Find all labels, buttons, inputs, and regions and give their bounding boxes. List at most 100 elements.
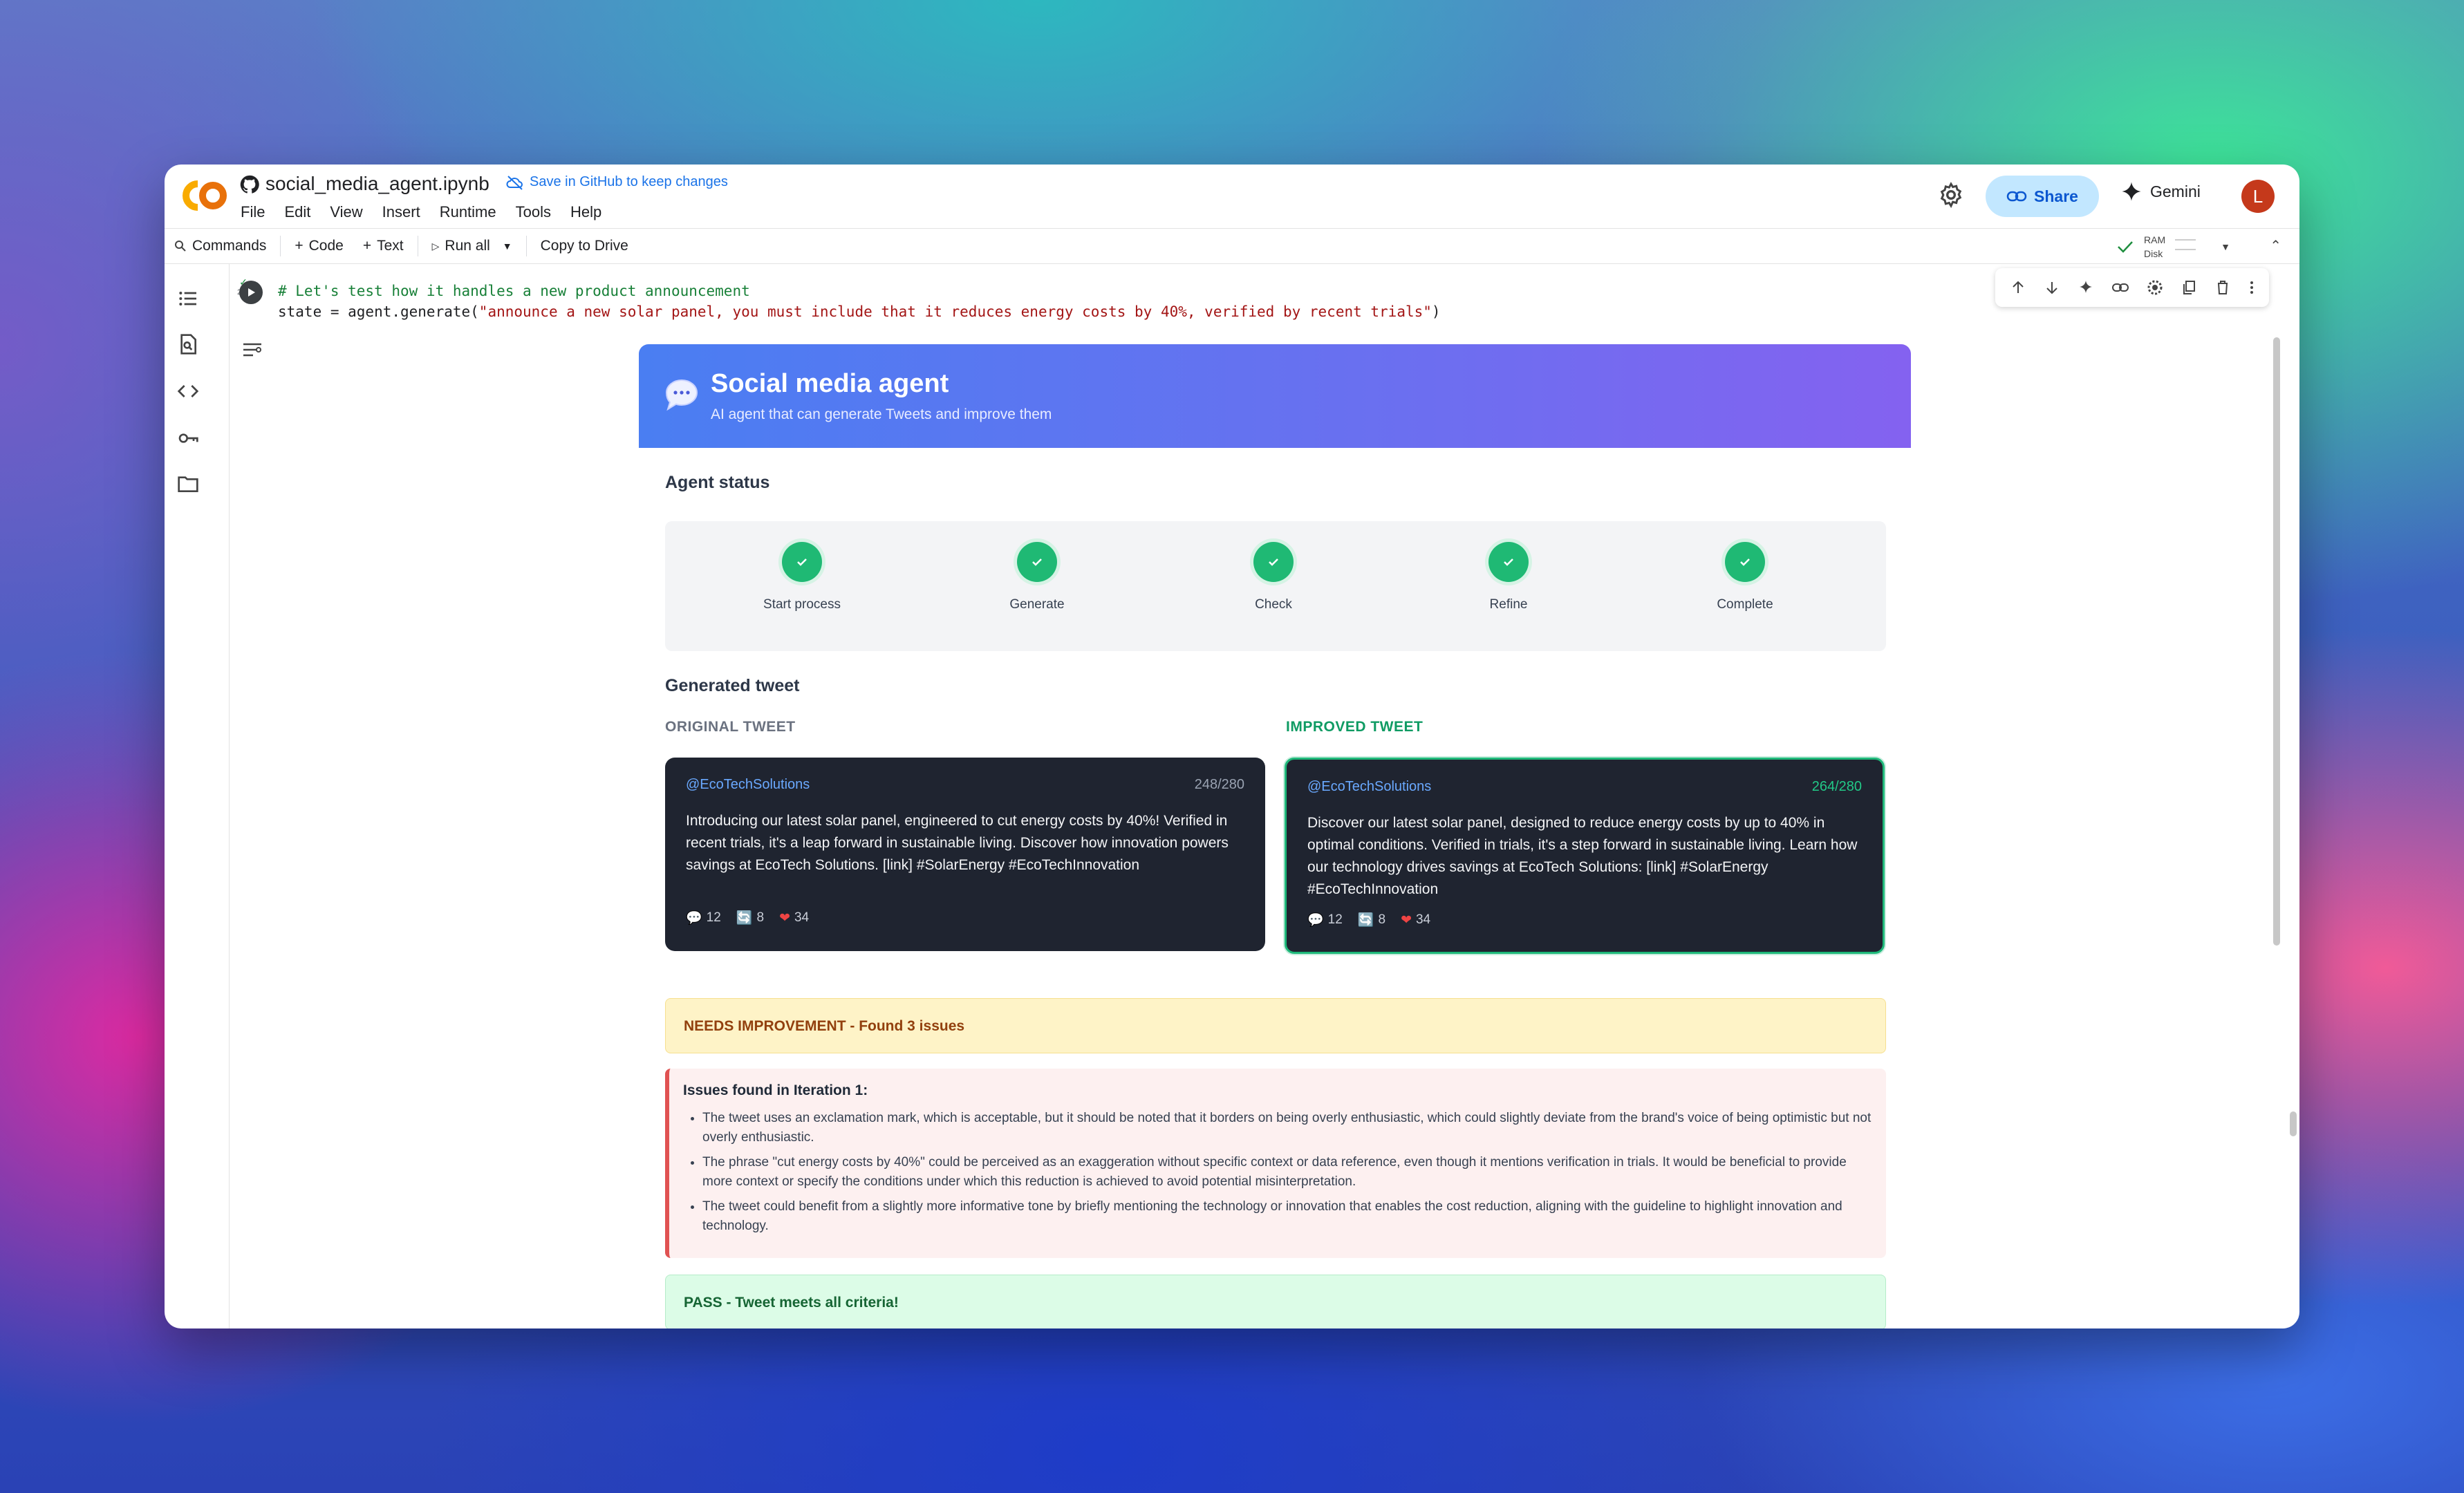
menu-edit[interactable]: Edit bbox=[284, 203, 310, 221]
replies-stat: 💬 12 bbox=[686, 910, 721, 926]
code-editor[interactable]: # Let's test how it handles a new produc… bbox=[278, 281, 1441, 322]
gemini-button[interactable]: Gemini bbox=[2121, 181, 2201, 202]
likes-count: 34 bbox=[794, 910, 810, 925]
connected-check-icon bbox=[2118, 241, 2133, 253]
collapse-header-icon[interactable]: ⌃ bbox=[2270, 237, 2281, 254]
step-complete: Complete bbox=[1683, 542, 1807, 612]
step-check: Check bbox=[1211, 542, 1336, 612]
agent-banner: Social media agent AI agent that can gen… bbox=[639, 344, 1911, 448]
code-string: "announce a new solar panel, you must in… bbox=[478, 303, 1432, 320]
retweet-icon: 🔄 bbox=[1357, 913, 1374, 928]
menu-insert[interactable]: Insert bbox=[382, 203, 420, 221]
notebook-toolbar: Commands + Code + Text ▷ Run all ▼ Copy … bbox=[165, 228, 2299, 264]
step-label: Generate bbox=[1009, 597, 1065, 612]
table-of-contents-icon[interactable] bbox=[177, 288, 199, 310]
link-icon[interactable] bbox=[2111, 279, 2129, 296]
improved-tweet-heading: IMPROVED TWEET bbox=[1286, 719, 1424, 735]
page-scrollbar[interactable] bbox=[2290, 1111, 2297, 1136]
code-prefix: state = agent.generate( bbox=[278, 303, 479, 320]
copy-to-drive-button[interactable]: Copy to Drive bbox=[531, 229, 638, 263]
agent-output-panel: Social media agent AI agent that can gen… bbox=[639, 344, 1911, 1328]
move-down-icon[interactable] bbox=[2044, 279, 2060, 296]
likes-count: 34 bbox=[1415, 912, 1431, 927]
menu-view[interactable]: View bbox=[330, 203, 362, 221]
output-settings-icon[interactable] bbox=[241, 339, 265, 359]
run-all-button[interactable]: ▷ Run all ▼ bbox=[422, 229, 522, 263]
step-check-icon bbox=[1253, 542, 1294, 582]
step-generate: Generate bbox=[975, 542, 1099, 612]
find-in-page-icon[interactable] bbox=[177, 333, 199, 355]
improved-tweet-card: @EcoTechSolutions 264/280 Discover our l… bbox=[1285, 758, 1885, 954]
save-github-link[interactable]: Save in GitHub to keep changes bbox=[506, 174, 728, 190]
commands-label: Commands bbox=[192, 238, 267, 254]
folder-icon[interactable] bbox=[177, 473, 199, 495]
step-check-icon bbox=[1017, 542, 1057, 582]
browser-window: social_media_agent.ipynb Save in GitHub … bbox=[165, 165, 2299, 1328]
gear-icon[interactable] bbox=[2147, 279, 2163, 296]
run-cell-button[interactable] bbox=[239, 281, 263, 304]
secrets-key-icon[interactable] bbox=[177, 427, 199, 449]
gemini-sparkle-icon bbox=[2122, 182, 2141, 201]
speech-bubble-icon: 💬 bbox=[686, 911, 702, 926]
copy-icon[interactable] bbox=[2181, 279, 2197, 296]
gemini-sparkle-icon[interactable] bbox=[2078, 279, 2094, 296]
retweet-icon: 🔄 bbox=[736, 911, 753, 926]
step-label: Start process bbox=[763, 597, 841, 612]
agent-title: Social media agent bbox=[711, 369, 949, 398]
agent-steps: Start process Generate Check Refine Comp… bbox=[665, 521, 1886, 651]
resource-bars bbox=[2175, 235, 2196, 259]
add-code-button[interactable]: + Code bbox=[285, 229, 353, 263]
pass-banner: PASS - Tweet meets all criteria! bbox=[665, 1275, 1886, 1328]
heart-icon: ❤ bbox=[779, 910, 790, 926]
agent-subtitle: AI agent that can generate Tweets and im… bbox=[711, 406, 1052, 422]
tweet-text: Discover our latest solar panel, designe… bbox=[1307, 815, 1858, 897]
run-all-label: Run all bbox=[445, 238, 490, 254]
share-button[interactable]: Share bbox=[1986, 176, 2099, 217]
heart-icon: ❤ bbox=[1401, 912, 1412, 928]
ram-label: RAM bbox=[2144, 234, 2166, 245]
copy-to-drive-label: Copy to Drive bbox=[540, 238, 628, 254]
save-github-label: Save in GitHub to keep changes bbox=[530, 174, 728, 189]
replies-count: 12 bbox=[706, 910, 721, 925]
settings-gear-icon[interactable] bbox=[1937, 181, 1965, 209]
delete-icon[interactable] bbox=[2214, 279, 2231, 296]
share-label: Share bbox=[2034, 187, 2078, 205]
add-text-button[interactable]: + Text bbox=[353, 229, 413, 263]
toolbar-divider bbox=[280, 236, 281, 256]
step-label: Check bbox=[1255, 597, 1292, 612]
menu-tools[interactable]: Tools bbox=[516, 203, 551, 221]
output-scrollbar[interactable] bbox=[2273, 337, 2280, 946]
plus-icon: + bbox=[362, 238, 372, 254]
chat-bubble-icon bbox=[665, 379, 698, 411]
retweets-stat: 🔄 8 bbox=[1358, 912, 1385, 928]
likes-stat: ❤ 34 bbox=[779, 910, 809, 926]
add-text-label: Text bbox=[377, 238, 404, 254]
tweet-text: Introducing our latest solar panel, engi… bbox=[686, 813, 1229, 873]
toolbar-divider bbox=[525, 236, 527, 256]
agent-status-title: Agent status bbox=[665, 473, 770, 492]
commands-button[interactable]: Commands bbox=[165, 229, 276, 263]
colab-logo-icon bbox=[183, 180, 227, 211]
tweet-char-count: 248/280 bbox=[1194, 777, 1244, 792]
gemini-label: Gemini bbox=[2150, 182, 2201, 200]
menu-runtime[interactable]: Runtime bbox=[440, 203, 496, 221]
move-up-icon[interactable] bbox=[2010, 279, 2026, 296]
original-tweet-card: @EcoTechSolutions 248/280 Introducing ou… bbox=[665, 758, 1265, 951]
play-icon bbox=[248, 288, 255, 297]
avatar[interactable]: L bbox=[2241, 180, 2275, 213]
colab-header: social_media_agent.ipynb Save in GitHub … bbox=[165, 165, 2299, 228]
resource-indicator[interactable]: RAM Disk ▼ bbox=[2116, 233, 2230, 261]
chevron-down-icon[interactable]: ▼ bbox=[2221, 240, 2230, 254]
menu-file[interactable]: File bbox=[241, 203, 265, 221]
more-vert-icon[interactable] bbox=[2248, 279, 2255, 296]
notebook-title[interactable]: social_media_agent.ipynb bbox=[265, 173, 489, 195]
step-start-process: Start process bbox=[740, 542, 864, 612]
chevron-down-icon[interactable]: ▼ bbox=[503, 241, 512, 252]
needs-improvement-banner: NEEDS IMPROVEMENT - Found 3 issues bbox=[665, 998, 1886, 1053]
play-icon: ▷ bbox=[431, 240, 440, 252]
tweet-stats: 💬 12 🔄 8 ❤ 34 bbox=[1307, 912, 1430, 928]
code-snippets-icon[interactable] bbox=[177, 380, 199, 402]
step-label: Complete bbox=[1717, 597, 1773, 612]
tweet-handle: @EcoTechSolutions bbox=[1307, 779, 1432, 794]
menu-help[interactable]: Help bbox=[570, 203, 601, 221]
